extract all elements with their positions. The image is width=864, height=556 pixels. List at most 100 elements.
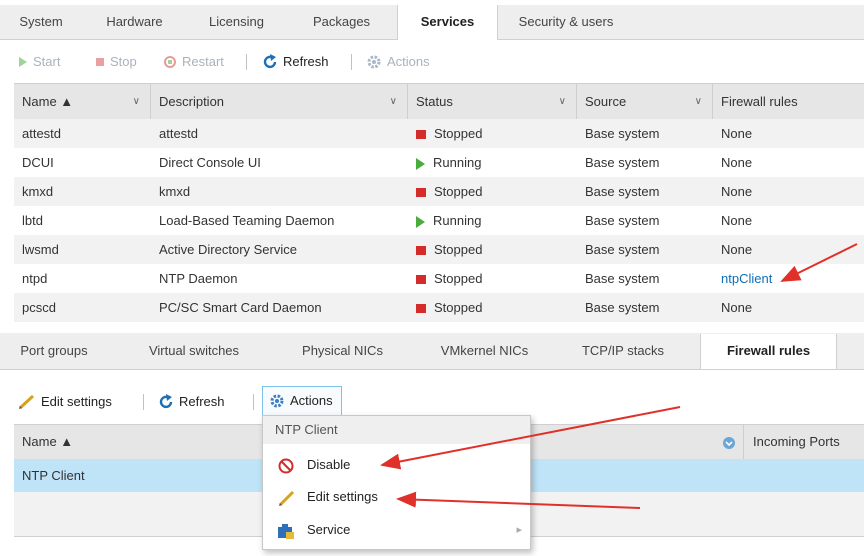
- tab-tcp-ip-stacks[interactable]: TCP/IP stacks: [563, 334, 683, 368]
- status-text: Stopped: [434, 271, 483, 286]
- disable-icon: [278, 458, 294, 474]
- refresh-icon: [263, 54, 277, 69]
- tab-packages[interactable]: Packages: [286, 5, 397, 39]
- column-header-label: Description: [159, 94, 225, 109]
- toolbar-separator: [351, 54, 352, 70]
- running-icon: [416, 157, 425, 170]
- column-header-label: Name ▲: [22, 94, 74, 109]
- table-row[interactable]: attestd attestd Stopped Base system None: [14, 119, 864, 148]
- column-chooser[interactable]: [714, 425, 744, 459]
- service-description: kmxd: [159, 184, 191, 199]
- toolbar-separator: [143, 394, 144, 410]
- status-text: Stopped: [434, 126, 483, 141]
- status-text: Running: [433, 155, 482, 170]
- tab-port-groups[interactable]: Port groups: [0, 334, 108, 368]
- restart-label: Restart: [182, 54, 224, 69]
- network-tab-bar: Port groups Virtual switches Physical NI…: [0, 333, 864, 370]
- firewall-actions-button[interactable]: Actions: [262, 386, 342, 416]
- tab-firewall-rules[interactable]: Firewall rules: [700, 334, 837, 369]
- column-header-status[interactable]: Status ∨: [408, 84, 577, 119]
- column-header-name[interactable]: Name ▲: [14, 425, 262, 459]
- column-header-description[interactable]: Description ∨: [151, 84, 408, 119]
- refresh-icon: [159, 394, 173, 409]
- tab-hardware[interactable]: Hardware: [82, 5, 187, 39]
- menu-item-edit-settings[interactable]: Edit settings: [263, 481, 530, 513]
- service-firewall: None: [721, 300, 753, 315]
- actions-label: Actions: [290, 393, 333, 408]
- service-description: attestd: [159, 126, 199, 141]
- firewall-rule-link[interactable]: ntpClient: [713, 264, 864, 293]
- status-text: Stopped: [434, 242, 483, 257]
- chevron-down-icon[interactable]: ∨: [695, 84, 702, 119]
- chevron-down-icon[interactable]: ∨: [390, 84, 397, 119]
- context-menu: NTP Client Disable Edit settings Service…: [262, 415, 531, 550]
- service-description: NTP Daemon: [159, 271, 238, 286]
- table-row[interactable]: DCUI Direct Console UI Running Base syst…: [14, 148, 864, 177]
- firewall-toolbar: Edit settings Refresh Actions: [0, 386, 864, 417]
- stop-label: Stop: [110, 54, 137, 69]
- status-text: Stopped: [434, 300, 483, 315]
- stopped-icon: [416, 130, 426, 140]
- menu-item-disable[interactable]: Disable: [263, 449, 530, 481]
- menu-item-label: Service: [307, 522, 351, 537]
- service-source: Base system: [585, 300, 660, 315]
- service-status: Stopped: [408, 119, 585, 148]
- gear-icon: [270, 394, 284, 408]
- column-header-source[interactable]: Source ∨: [577, 84, 713, 119]
- tab-virtual-switches[interactable]: Virtual switches: [126, 334, 262, 368]
- service-description: Load-Based Teaming Daemon: [159, 213, 335, 228]
- chevron-down-icon[interactable]: ∨: [133, 84, 140, 119]
- tab-vmkernel-nics[interactable]: VMkernel NICs: [420, 334, 549, 368]
- service-source: Base system: [585, 126, 660, 141]
- host-tab-bar: System Hardware Licensing Packages Servi…: [0, 5, 864, 40]
- column-header-incoming-ports[interactable]: Incoming Ports: [745, 425, 864, 459]
- service-icon: [278, 524, 294, 539]
- tab-physical-nics[interactable]: Physical NICs: [279, 334, 406, 368]
- actions-button[interactable]: Actions: [366, 47, 430, 77]
- column-header-name[interactable]: Name ▲ ∨: [14, 84, 151, 119]
- pencil-icon: [278, 490, 295, 507]
- service-name: lwsmd: [22, 242, 59, 257]
- stop-button[interactable]: Stop: [95, 47, 137, 77]
- stopped-icon: [416, 304, 426, 314]
- tab-system[interactable]: System: [0, 5, 82, 39]
- services-grid-header: Name ▲ ∨ Description ∨ Status ∨ Source ∨ Fir…: [14, 83, 864, 120]
- stopped-icon: [416, 275, 426, 285]
- stop-icon: [96, 58, 104, 66]
- column-header-label: Firewall rules: [721, 94, 798, 109]
- start-button[interactable]: Start: [18, 47, 60, 77]
- table-row[interactable]: kmxd kmxd Stopped Base system None: [14, 177, 864, 206]
- stopped-icon: [416, 246, 426, 256]
- refresh-button[interactable]: Refresh: [262, 47, 329, 77]
- service-name: DCUI: [22, 155, 54, 170]
- menu-item-label: Edit settings: [307, 489, 378, 504]
- service-source: Base system: [585, 213, 660, 228]
- chevron-down-icon: [723, 436, 735, 449]
- service-name: kmxd: [22, 184, 54, 199]
- menu-item-label: Disable: [307, 457, 351, 472]
- table-row[interactable]: ntpd NTP Daemon Stopped Base system ntpC…: [14, 264, 864, 293]
- chevron-down-icon[interactable]: ∨: [559, 84, 566, 119]
- table-row[interactable]: lbtd Load-Based Teaming Daemon Running B…: [14, 206, 864, 235]
- service-firewall: None: [721, 242, 753, 257]
- context-menu-title: NTP Client: [263, 416, 530, 444]
- table-row[interactable]: pcscd PC/SC Smart Card Daemon Stopped Ba…: [14, 293, 864, 322]
- service-status: Running: [408, 148, 585, 177]
- restart-button[interactable]: Restart: [163, 47, 224, 77]
- menu-item-service[interactable]: Service ▸: [263, 514, 530, 546]
- table-row[interactable]: lwsmd Active Directory Service Stopped B…: [14, 235, 864, 264]
- refresh-label: Refresh: [283, 54, 329, 69]
- column-header-label: Incoming Ports: [753, 434, 840, 449]
- tab-licensing[interactable]: Licensing: [187, 5, 286, 39]
- service-source: Base system: [585, 271, 660, 286]
- submenu-arrow-icon: ▸: [516, 524, 522, 536]
- firewall-refresh-button[interactable]: Refresh: [158, 387, 225, 417]
- edit-settings-label: Edit settings: [41, 394, 112, 409]
- column-header-firewall-rules[interactable]: Firewall rules: [713, 84, 864, 119]
- tab-security-users[interactable]: Security & users: [496, 5, 636, 39]
- actions-label: Actions: [387, 54, 430, 69]
- service-firewall: None: [721, 184, 753, 199]
- tab-services[interactable]: Services: [397, 5, 498, 40]
- status-text: Stopped: [434, 184, 483, 199]
- edit-settings-button[interactable]: Edit settings: [18, 387, 112, 417]
